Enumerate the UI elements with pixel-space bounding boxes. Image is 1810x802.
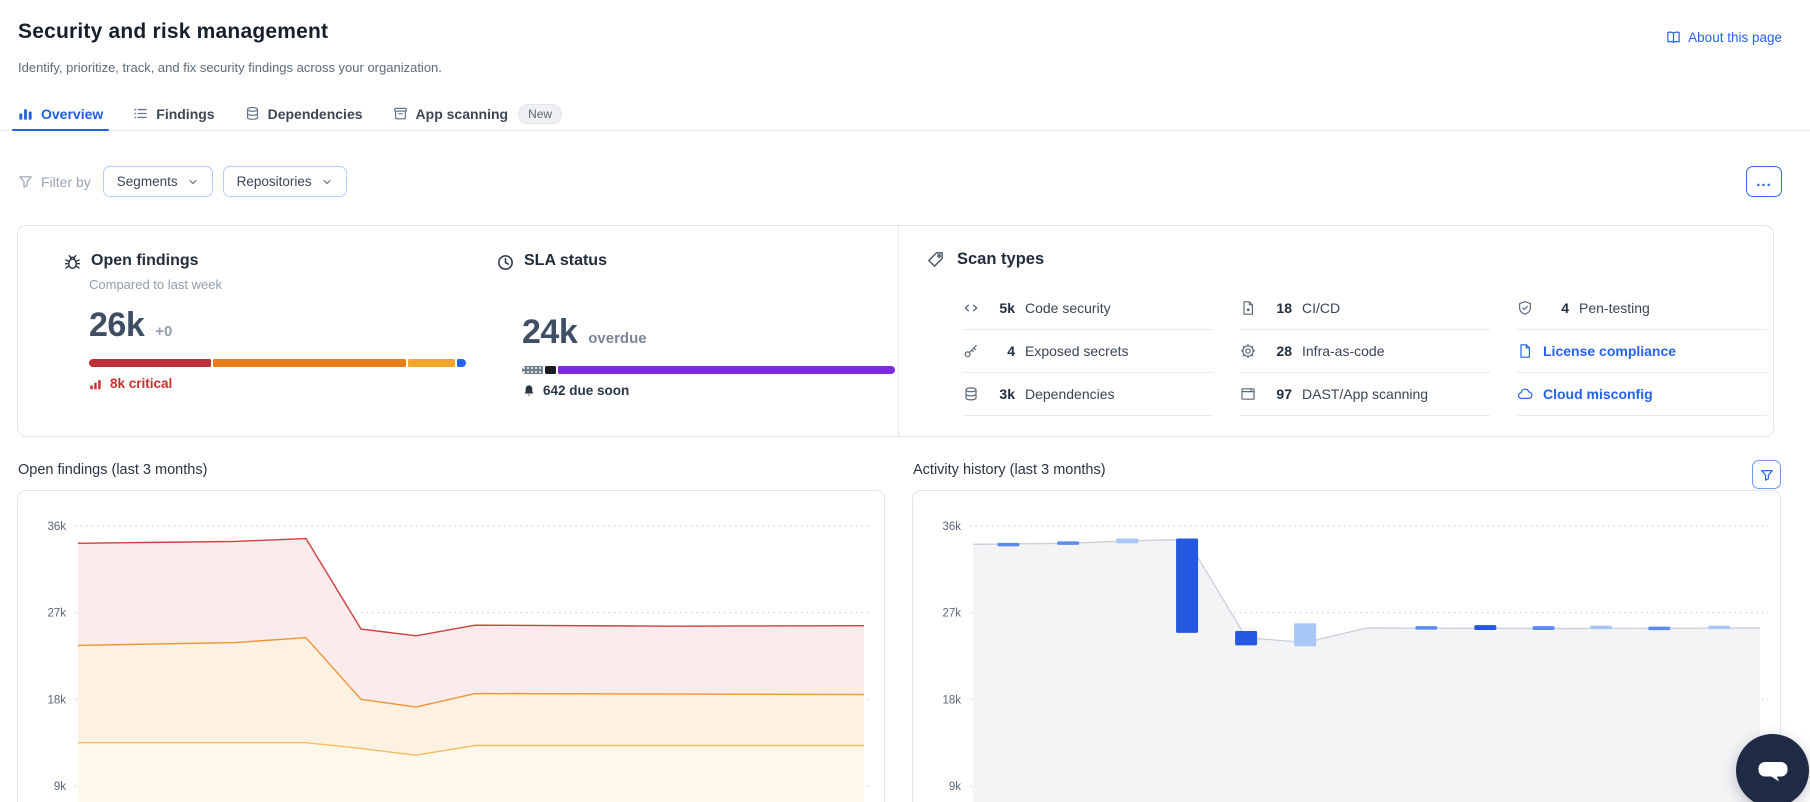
sla-distribution-bar bbox=[522, 366, 895, 374]
tab-label: Overview bbox=[41, 105, 104, 122]
chat-widget-button[interactable] bbox=[1736, 734, 1809, 802]
svg-text:9k: 9k bbox=[54, 781, 66, 793]
about-this-page-link[interactable]: About this page bbox=[1666, 30, 1782, 45]
svg-text:36k: 36k bbox=[942, 521, 961, 533]
tab-label: App scanning bbox=[415, 105, 509, 122]
bar-segment bbox=[212, 359, 407, 367]
database-icon bbox=[246, 106, 258, 120]
activity-chart-filter-button[interactable] bbox=[1752, 460, 1781, 489]
sla-overdue-value: 24k bbox=[522, 313, 578, 351]
file-icon bbox=[1243, 301, 1253, 315]
scan-type-dependencies: 3k Dependencies bbox=[963, 373, 1213, 416]
svg-text:36k: 36k bbox=[47, 521, 66, 533]
tab-label: Findings bbox=[156, 105, 215, 122]
page-title: Security and risk management bbox=[18, 20, 329, 43]
bar-segment bbox=[457, 359, 466, 367]
filter-bar: Filter by Segments Repositories bbox=[18, 166, 347, 197]
sla-status-stat: SLA status 24k overdue 642 due soon bbox=[496, 252, 895, 398]
tag-icon bbox=[928, 252, 943, 267]
funnel-icon bbox=[1760, 469, 1773, 481]
gear-icon bbox=[1240, 343, 1256, 359]
trend-bars-icon bbox=[90, 379, 101, 389]
bar-segment bbox=[89, 359, 211, 367]
bar-chart-icon bbox=[19, 109, 32, 120]
new-badge: New bbox=[518, 103, 563, 124]
tab-overview[interactable]: Overview bbox=[11, 98, 110, 131]
bell-icon bbox=[524, 384, 534, 396]
bar-segment bbox=[522, 366, 543, 374]
scan-types-title: Scan types bbox=[957, 250, 1045, 268]
scan-type-cloud-misconfig-link[interactable]: Cloud misconfig bbox=[1517, 373, 1767, 416]
severity-distribution-bar bbox=[89, 359, 466, 367]
due-soon-label: 642 due soon bbox=[543, 383, 630, 398]
page-subtitle: Identify, prioritize, track, and fix sec… bbox=[18, 60, 442, 75]
sla-status-title: SLA status bbox=[524, 252, 607, 269]
database-icon bbox=[965, 387, 977, 401]
svg-text:9k: 9k bbox=[949, 781, 961, 793]
scan-type-code-security: 5k Code security bbox=[963, 287, 1213, 330]
list-icon bbox=[134, 108, 148, 119]
scan-types-column: 5k Code security 4 Exposed secrets 3k De… bbox=[963, 287, 1213, 416]
security-dashboard: Security and risk management About this … bbox=[0, 0, 1810, 802]
scan-types-column: 18 CI/CD 28 Infra-as-code 97 DAST/App sc… bbox=[1240, 287, 1490, 416]
browser-window-icon bbox=[1241, 388, 1255, 400]
svg-text:27k: 27k bbox=[47, 608, 66, 620]
about-link-label: About this page bbox=[1688, 30, 1782, 45]
svg-text:18k: 18k bbox=[47, 694, 66, 706]
file-icon bbox=[1520, 344, 1530, 358]
scan-type-infra-as-code: 28 Infra-as-code bbox=[1240, 330, 1490, 373]
sla-overdue-suffix: overdue bbox=[588, 330, 647, 347]
svg-text:18k: 18k bbox=[942, 694, 961, 706]
activity-history-chart-title: Activity history (last 3 months) bbox=[913, 462, 1106, 478]
funnel-icon bbox=[19, 176, 32, 188]
tab-app-scanning[interactable]: App scanning New bbox=[393, 98, 563, 129]
scan-type-cicd: 18 CI/CD bbox=[1240, 287, 1490, 330]
card-divider bbox=[898, 226, 899, 436]
clock-icon bbox=[498, 255, 513, 270]
bar-segment bbox=[544, 366, 557, 374]
bar-segment bbox=[558, 366, 895, 374]
open-findings-chart: 36k 27k 18k 9k bbox=[17, 490, 885, 802]
tab-findings[interactable]: Findings bbox=[133, 98, 215, 129]
open-findings-stat: Open findings Compared to last week 26k … bbox=[63, 252, 466, 391]
repositories-dropdown[interactable]: Repositories bbox=[222, 166, 347, 197]
chevron-down-icon bbox=[188, 179, 197, 184]
code-icon bbox=[964, 304, 978, 312]
open-findings-subtitle: Compared to last week bbox=[89, 277, 222, 292]
critical-count-label: 8k critical bbox=[110, 376, 173, 391]
scan-type-dast-app-scanning: 97 DAST/App scanning bbox=[1240, 373, 1490, 416]
svg-text:27k: 27k bbox=[942, 608, 961, 620]
package-icon bbox=[393, 107, 407, 120]
bug-icon bbox=[64, 255, 81, 270]
cloud-icon bbox=[1517, 388, 1533, 399]
segments-dropdown[interactable]: Segments bbox=[102, 166, 213, 197]
scan-types-column: 4 Pen-testing License compliance Cloud m… bbox=[1517, 287, 1767, 416]
scan-type-pen-testing: 4 Pen-testing bbox=[1517, 287, 1767, 330]
bar-segment bbox=[408, 359, 455, 367]
chat-bubble-icon bbox=[1758, 761, 1787, 781]
open-findings-chart-title: Open findings (last 3 months) bbox=[18, 462, 208, 478]
open-findings-delta: +0 bbox=[155, 323, 173, 340]
more-actions-button[interactable]: ... bbox=[1746, 166, 1782, 197]
summary-card: Open findings Compared to last week 26k … bbox=[17, 225, 1774, 437]
shield-check-icon bbox=[1519, 301, 1531, 315]
tab-dependencies[interactable]: Dependencies bbox=[245, 98, 363, 129]
activity-history-chart: 36k 27k 18k 9k bbox=[912, 490, 1781, 802]
open-findings-title: Open findings bbox=[91, 252, 199, 269]
scan-type-license-compliance-link[interactable]: License compliance bbox=[1517, 330, 1767, 373]
scan-type-exposed-secrets: 4 Exposed secrets bbox=[963, 330, 1213, 373]
open-findings-value: 26k bbox=[89, 306, 145, 344]
filter-by-label: Filter by bbox=[18, 174, 91, 190]
scan-types-section: Scan types 5k Code security 4 Exposed se… bbox=[926, 250, 1767, 416]
chevron-down-icon bbox=[323, 179, 331, 184]
key-icon bbox=[964, 345, 977, 358]
tab-label: Dependencies bbox=[267, 105, 363, 122]
book-icon bbox=[1667, 31, 1680, 43]
tab-bar: Overview Findings Dependencies App scann… bbox=[0, 98, 1810, 131]
